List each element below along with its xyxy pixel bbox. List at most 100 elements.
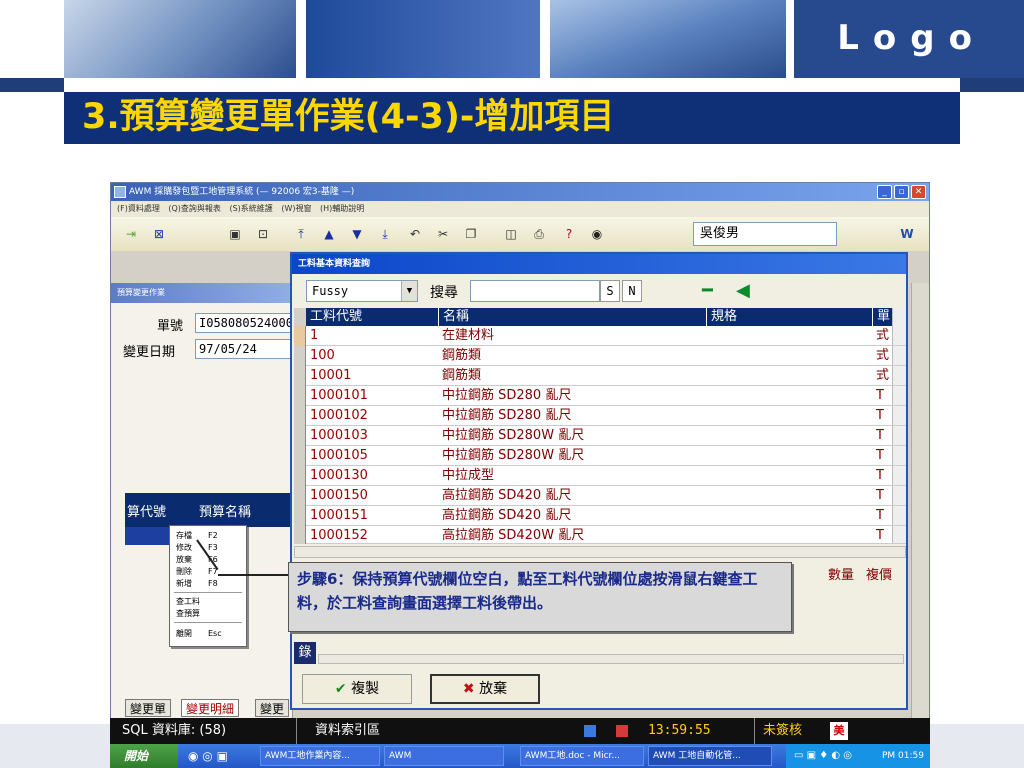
exit-door-icon[interactable]: ⇥ [123,226,139,242]
qty-header: 數量 [828,568,855,583]
ctx-modify[interactable]: 修改 F3 [176,542,246,554]
table-row[interactable]: 1000152 高拉鋼筋 SD420W 亂尺 T [294,526,906,544]
cut-icon[interactable]: ✂ [435,226,451,242]
budget-change-panel: 預算變更作業 單號 I0580805240001 變更日期 97/05/24 算… [111,283,293,753]
next-record-icon[interactable]: ▼ [349,226,365,242]
ctx-divider [174,592,242,593]
close-button[interactable]: ✕ [911,185,926,199]
chevron-down-icon[interactable]: ▼ [401,281,417,301]
preview-icon[interactable]: ◫ [503,226,519,242]
copy-icon[interactable]: ❐ [463,226,479,242]
minus-icon[interactable]: ━ [702,282,722,300]
word-icon[interactable]: W [895,226,919,242]
clock-display: 13:59:55 [648,723,711,738]
toolbar: ⇥ ⊠ ▣ ⊡ ⤒ ▲ ▼ ⤓ ↶ ✂ ❐ ◫ ⎙ ? ◉ 吳俊男 W [111,217,929,251]
quick-launch-icons[interactable]: ◉ ◎ ▣ [188,749,228,763]
task-item-4[interactable]: AWM 工地自動化管... [648,746,772,766]
search-n-button[interactable]: N [622,280,642,302]
back-arrow-icon[interactable]: ◀ [736,282,756,300]
save-icon[interactable]: ▣ [227,226,243,242]
dialog-title: 工料基本資料查詢 [292,254,906,274]
task-item-2[interactable]: AWM [384,746,504,766]
panel-title: 預算變更作業 [111,283,293,303]
material-table: 工料代號 名稱 規格 單 1 在建材料式 100 鋼筋類式 10001 鋼筋類式 10… [294,308,906,544]
order-number-label: 單號 [157,319,184,334]
horizontal-scrollbar[interactable] [294,546,906,558]
status-icon-red [616,725,628,737]
help-icon[interactable]: ? [561,226,577,242]
budget-code-header: 算代號 [127,505,167,520]
tab-change-order[interactable]: 變更單 [125,699,172,717]
header-image-hands [64,0,296,78]
cancel-x-icon[interactable]: ⊠ [151,226,167,242]
search-s-button[interactable]: S [600,280,620,302]
col-header-code[interactable]: 工料代號 [306,308,438,326]
prev-record-icon[interactable]: ▲ [321,226,337,242]
edit-icon[interactable]: ⊡ [255,226,271,242]
undo-icon[interactable]: ↶ [407,226,423,242]
copy-button[interactable]: ✔ 複製 [302,674,412,704]
ctx-query-material[interactable]: 查工料 [176,596,246,608]
tray-icons[interactable]: ▭ ▣ ♦ ◐ ◎ [794,750,852,761]
table-row[interactable]: 1000105 中拉鋼筋 SD280W 亂尺 T [294,446,906,466]
table-row[interactable]: 100 鋼筋類式 [294,346,906,366]
lower-horizontal-scrollbar[interactable] [318,654,904,664]
budget-grid-header: 算代號 預算名稱 [125,493,293,527]
print-icon[interactable]: ⎙ [531,226,547,242]
minimize-button[interactable]: _ [877,185,892,199]
first-record-icon[interactable]: ⤒ [293,226,309,242]
header-band-left [0,78,64,92]
db-status: SQL 資料庫: (58) [122,723,227,738]
record-side-label: 錄 [294,642,316,664]
checkmark-icon: ✔ [334,681,347,697]
col-header-unit[interactable]: 單 [872,308,892,326]
table-row[interactable]: 10001 鋼筋類式 [294,366,906,386]
index-status: 資料索引區 [296,718,496,744]
order-number-field[interactable]: I0580805240001 [195,313,293,333]
discard-button[interactable]: ✖ 放棄 [430,674,540,704]
table-row[interactable]: 1000103 中拉鋼筋 SD280W 亂尺 T [294,426,906,446]
approval-status: 未簽核 [754,718,802,744]
start-button[interactable]: 開始 [110,744,178,768]
tab-change-other[interactable]: 變更 [255,699,290,717]
slide-title: 3.預算變更單作業(4-3)-增加項目 [82,97,615,137]
table-row[interactable]: 1000101 中拉鋼筋 SD280 亂尺 T [294,386,906,406]
task-item-1[interactable]: AWM工地作業內容... [260,746,380,766]
ctx-add[interactable]: 新增 F8 [176,578,246,590]
ctx-delete[interactable]: 刪除 F7 [176,566,246,578]
ctx-leave[interactable]: 離開 Esc [176,628,246,640]
status-bar: SQL 資料庫: (58) 資料索引區 13:59:55 未簽核 美 [110,718,930,744]
ctx-query-budget[interactable]: 查預算 [176,608,246,620]
search-mode-select[interactable]: Fussy ▼ [306,280,418,302]
material-query-dialog: 工料基本資料查詢 Fussy ▼ 搜尋 S N ━ ◀ 工料代號 名稱 規格 單… [290,252,908,710]
col-header-name[interactable]: 名稱 [438,308,706,326]
col-header-spec[interactable]: 規格 [706,308,872,326]
search-input[interactable] [470,280,600,302]
right-scrollbar[interactable] [911,283,929,721]
app-title-bar: AWM 採購發包暨工地管理系統 (— 92006 宏3-基隆 —) [111,183,929,201]
app-icon [114,186,126,198]
table-row[interactable]: 1000102 中拉鋼筋 SD280 亂尺 T [294,406,906,426]
system-tray: ▭ ▣ ♦ ◐ ◎ PM 01:59 [786,744,930,768]
maximize-button[interactable]: ▫ [894,185,909,199]
ctx-divider [174,622,242,623]
camera-icon[interactable]: ◉ [589,226,605,242]
budget-code-cell-selected[interactable] [125,527,169,545]
change-date-field[interactable]: 97/05/24 [195,339,293,359]
table-row[interactable]: 1000150 高拉鋼筋 SD420 亂尺 T [294,486,906,506]
tab-change-detail[interactable]: 變更明細 [181,699,240,717]
current-row-marker-icon [294,326,306,346]
table-row[interactable]: 1000151 高拉鋼筋 SD420 亂尺 T [294,506,906,526]
user-name-field: 吳俊男 [693,222,837,246]
table-row[interactable]: 1000130 中拉成型 T [294,466,906,486]
status-icon-blue [584,725,596,737]
table-row[interactable]: 1 在建材料式 [294,326,906,346]
search-label: 搜尋 [430,285,458,301]
tray-clock: PM 01:59 [882,751,924,761]
last-record-icon[interactable]: ⤓ [377,226,393,242]
ctx-save[interactable]: 存檔 F2 [176,530,246,542]
task-item-3[interactable]: AWM工地.doc - Micr... [520,746,644,766]
menu-bar[interactable]: (F)資料處理 (Q)查詢與報表 (S)系統維護 (W)視窗 (H)輔助說明 [111,201,929,217]
header-band-right [960,78,1024,92]
slide-header: Logo [0,0,1024,78]
